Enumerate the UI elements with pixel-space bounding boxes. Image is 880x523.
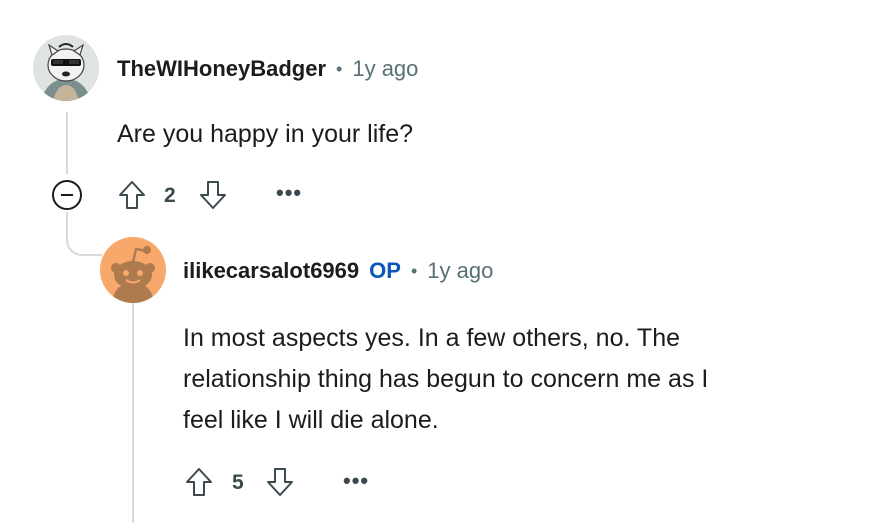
downvote-arrow-icon — [200, 181, 226, 209]
downvote-button[interactable] — [198, 179, 228, 211]
collapse-thread-button[interactable] — [52, 180, 82, 210]
upvote-arrow-icon — [119, 181, 145, 209]
default-snoo-avatar-icon — [100, 237, 166, 303]
thread-line-connector — [66, 212, 102, 256]
more-options-button[interactable]: ••• — [276, 182, 302, 204]
timestamp[interactable]: 1y ago — [427, 258, 493, 284]
comment-header: TheWIHoneyBadger • 1y ago — [117, 54, 418, 84]
comment-body: Are you happy in your life? — [117, 114, 413, 155]
comment-text: Are you happy in your life? — [117, 120, 414, 148]
comment-text-line: In most aspects yes. In a few others, no… — [183, 324, 681, 352]
avatar[interactable] — [33, 35, 99, 101]
downvote-arrow-icon — [267, 468, 293, 496]
thread-line-parent — [66, 112, 68, 174]
avatar[interactable] — [100, 237, 166, 303]
comment-header: ilikecarsalot6969 OP • 1y ago — [183, 256, 493, 286]
separator-dot: • — [410, 260, 418, 281]
timestamp[interactable]: 1y ago — [352, 56, 418, 82]
comment-text-line: feel like I will die alone. — [183, 406, 439, 434]
username[interactable]: ilikecarsalot6969 — [183, 258, 359, 284]
vote-count: 5 — [232, 471, 244, 494]
username[interactable]: TheWIHoneyBadger — [117, 56, 326, 82]
separator-dot: • — [336, 58, 343, 79]
sunglasses-badger-avatar-icon — [33, 35, 99, 101]
downvote-button[interactable] — [265, 466, 295, 498]
op-badge: OP — [369, 258, 401, 283]
vote-count: 2 — [164, 184, 176, 207]
comment-text-line: relationship thing has begun to concern … — [183, 365, 709, 393]
thread-line-reply — [132, 300, 134, 523]
upvote-button[interactable] — [117, 179, 147, 211]
upvote-button[interactable] — [184, 466, 214, 498]
comment-body: In most aspects yes. In a few others, no… — [183, 318, 708, 441]
more-options-button[interactable]: ••• — [343, 470, 369, 492]
upvote-arrow-icon — [186, 468, 212, 496]
